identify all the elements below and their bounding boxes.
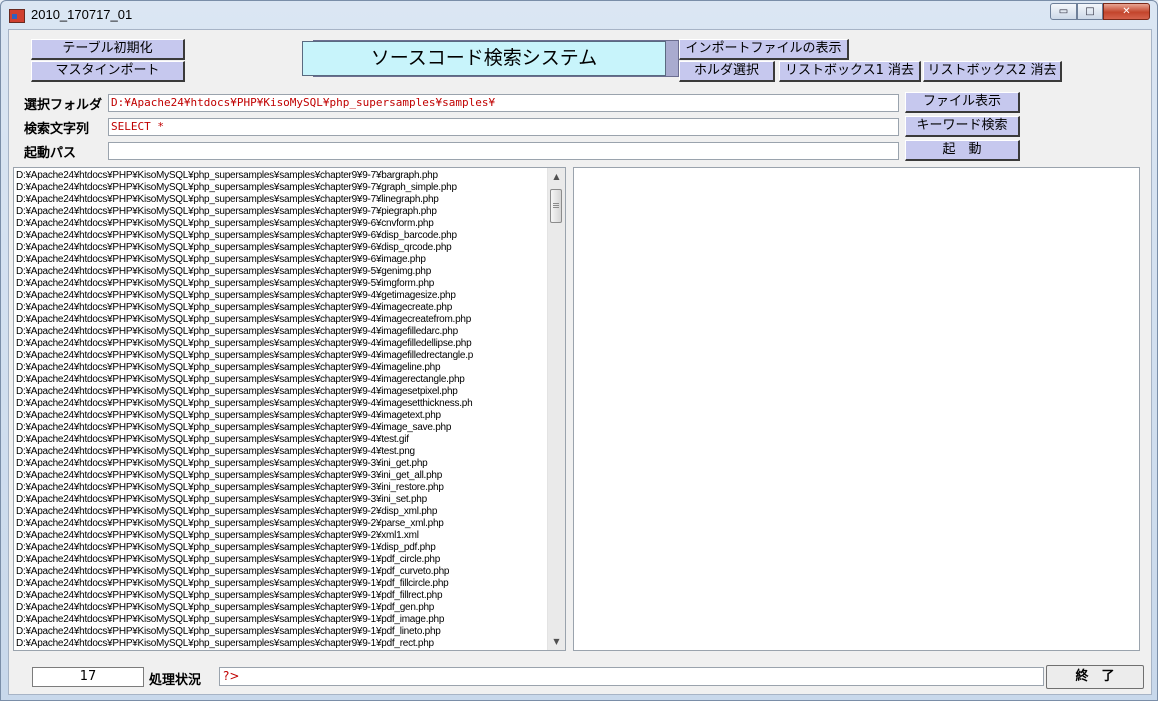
list-item[interactable]: D:¥Apache24¥htdocs¥PHP¥KisoMySQL¥php_sup… — [16, 542, 547, 554]
list-item[interactable]: D:¥Apache24¥htdocs¥PHP¥KisoMySQL¥php_sup… — [16, 242, 547, 254]
list-item[interactable]: D:¥Apache24¥htdocs¥PHP¥KisoMySQL¥php_sup… — [16, 194, 547, 206]
list-item[interactable]: D:¥Apache24¥htdocs¥PHP¥KisoMySQL¥php_sup… — [16, 638, 547, 650]
result-count: 17 — [32, 667, 144, 687]
list-item[interactable]: D:¥Apache24¥htdocs¥PHP¥KisoMySQL¥php_sup… — [16, 350, 547, 362]
list-item[interactable]: D:¥Apache24¥htdocs¥PHP¥KisoMySQL¥php_sup… — [16, 182, 547, 194]
scroll-up-arrow-icon[interactable]: ▲ — [548, 168, 565, 185]
path-label: 起動パス — [24, 146, 77, 161]
list-item[interactable]: D:¥Apache24¥htdocs¥PHP¥KisoMySQL¥php_sup… — [16, 206, 547, 218]
listbox-1[interactable]: D:¥Apache24¥htdocs¥PHP¥KisoMySQL¥php_sup… — [13, 167, 566, 651]
launch-button[interactable]: 起 動 — [905, 140, 1020, 161]
list-item[interactable]: D:¥Apache24¥htdocs¥PHP¥KisoMySQL¥php_sup… — [16, 494, 547, 506]
list-item[interactable]: D:¥Apache24¥htdocs¥PHP¥KisoMySQL¥php_sup… — [16, 506, 547, 518]
list-item[interactable]: D:¥Apache24¥htdocs¥PHP¥KisoMySQL¥php_sup… — [16, 278, 547, 290]
list-item[interactable]: D:¥Apache24¥htdocs¥PHP¥KisoMySQL¥php_sup… — [16, 566, 547, 578]
page-title: ソースコード検索システム — [302, 41, 666, 76]
scroll-thumb[interactable] — [550, 189, 562, 223]
folder-label: 選択フォルダ — [24, 98, 103, 113]
list-item[interactable]: D:¥Apache24¥htdocs¥PHP¥KisoMySQL¥php_sup… — [16, 482, 547, 494]
client-area: テーブル初期化 マスタインポート ソースコード検索システム インポートファイルの… — [8, 29, 1152, 695]
listbox-2[interactable] — [573, 167, 1140, 651]
list-item[interactable]: D:¥Apache24¥htdocs¥PHP¥KisoMySQL¥php_sup… — [16, 302, 547, 314]
search-label: 検索文字列 — [24, 122, 90, 137]
list-item[interactable]: D:¥Apache24¥htdocs¥PHP¥KisoMySQL¥php_sup… — [16, 398, 547, 410]
list-item[interactable]: D:¥Apache24¥htdocs¥PHP¥KisoMySQL¥php_sup… — [16, 230, 547, 242]
clear-listbox2-button[interactable]: リストボックス2 消去 — [923, 61, 1062, 82]
status-field[interactable]: ?> — [219, 667, 1044, 686]
app-window: 2010_170717_01 ▭ □ ✕ テーブル初期化 マスタインポート ソー… — [0, 0, 1158, 701]
list-item[interactable]: D:¥Apache24¥htdocs¥PHP¥KisoMySQL¥php_sup… — [16, 470, 547, 482]
list-item[interactable]: D:¥Apache24¥htdocs¥PHP¥KisoMySQL¥php_sup… — [16, 374, 547, 386]
window-title: 2010_170717_01 — [31, 7, 133, 22]
list-item[interactable]: D:¥Apache24¥htdocs¥PHP¥KisoMySQL¥php_sup… — [16, 446, 547, 458]
list-item[interactable]: D:¥Apache24¥htdocs¥PHP¥KisoMySQL¥php_sup… — [16, 554, 547, 566]
list-item[interactable]: D:¥Apache24¥htdocs¥PHP¥KisoMySQL¥php_sup… — [16, 254, 547, 266]
title-bar[interactable]: 2010_170717_01 ▭ □ ✕ — [1, 1, 1157, 29]
list-item[interactable]: D:¥Apache24¥htdocs¥PHP¥KisoMySQL¥php_sup… — [16, 290, 547, 302]
search-field[interactable]: SELECT * — [108, 118, 899, 136]
keyword-search-button[interactable]: キーワード検索 — [905, 116, 1020, 137]
list-item[interactable]: D:¥Apache24¥htdocs¥PHP¥KisoMySQL¥php_sup… — [16, 326, 547, 338]
list-item[interactable]: D:¥Apache24¥htdocs¥PHP¥KisoMySQL¥php_sup… — [16, 578, 547, 590]
list-item[interactable]: D:¥Apache24¥htdocs¥PHP¥KisoMySQL¥php_sup… — [16, 614, 547, 626]
folder-select-button[interactable]: ホルダ選択 — [679, 61, 775, 82]
list-item[interactable]: D:¥Apache24¥htdocs¥PHP¥KisoMySQL¥php_sup… — [16, 386, 547, 398]
list-item[interactable]: D:¥Apache24¥htdocs¥PHP¥KisoMySQL¥php_sup… — [16, 362, 547, 374]
listbox-1-items: D:¥Apache24¥htdocs¥PHP¥KisoMySQL¥php_sup… — [16, 170, 547, 650]
folder-field[interactable]: D:¥Apache24¥htdocs¥PHP¥KisoMySQL¥php_sup… — [108, 94, 899, 112]
end-button[interactable]: 終 了 — [1046, 665, 1144, 689]
app-icon — [9, 9, 25, 23]
list-item[interactable]: D:¥Apache24¥htdocs¥PHP¥KisoMySQL¥php_sup… — [16, 434, 547, 446]
table-init-button[interactable]: テーブル初期化 — [31, 39, 185, 60]
list-item[interactable]: D:¥Apache24¥htdocs¥PHP¥KisoMySQL¥php_sup… — [16, 218, 547, 230]
listbox-1-scrollbar[interactable]: ▲ ▼ — [547, 168, 565, 650]
clear-listbox1-button[interactable]: リストボックス1 消去 — [779, 61, 921, 82]
list-item[interactable]: D:¥Apache24¥htdocs¥PHP¥KisoMySQL¥php_sup… — [16, 422, 547, 434]
list-item[interactable]: D:¥Apache24¥htdocs¥PHP¥KisoMySQL¥php_sup… — [16, 626, 547, 638]
list-item[interactable]: D:¥Apache24¥htdocs¥PHP¥KisoMySQL¥php_sup… — [16, 314, 547, 326]
path-field[interactable] — [108, 142, 899, 160]
status-label: 処理状況 — [149, 673, 202, 688]
list-item[interactable]: D:¥Apache24¥htdocs¥PHP¥KisoMySQL¥php_sup… — [16, 410, 547, 422]
list-item[interactable]: D:¥Apache24¥htdocs¥PHP¥KisoMySQL¥php_sup… — [16, 458, 547, 470]
maximize-button[interactable]: □ — [1077, 3, 1103, 20]
list-item[interactable]: D:¥Apache24¥htdocs¥PHP¥KisoMySQL¥php_sup… — [16, 518, 547, 530]
list-item[interactable]: D:¥Apache24¥htdocs¥PHP¥KisoMySQL¥php_sup… — [16, 170, 547, 182]
master-import-button[interactable]: マスタインポート — [31, 61, 185, 82]
list-item[interactable]: D:¥Apache24¥htdocs¥PHP¥KisoMySQL¥php_sup… — [16, 590, 547, 602]
list-item[interactable]: D:¥Apache24¥htdocs¥PHP¥KisoMySQL¥php_sup… — [16, 602, 547, 614]
minimize-button[interactable]: ▭ — [1050, 3, 1077, 20]
list-item[interactable]: D:¥Apache24¥htdocs¥PHP¥KisoMySQL¥php_sup… — [16, 338, 547, 350]
close-button[interactable]: ✕ — [1103, 3, 1150, 20]
show-file-button[interactable]: ファイル表示 — [905, 92, 1020, 113]
list-item[interactable]: D:¥Apache24¥htdocs¥PHP¥KisoMySQL¥php_sup… — [16, 530, 547, 542]
scroll-down-arrow-icon[interactable]: ▼ — [548, 633, 565, 650]
show-import-file-button[interactable]: インポートファイルの表示 — [679, 39, 849, 60]
list-item[interactable]: D:¥Apache24¥htdocs¥PHP¥KisoMySQL¥php_sup… — [16, 266, 547, 278]
